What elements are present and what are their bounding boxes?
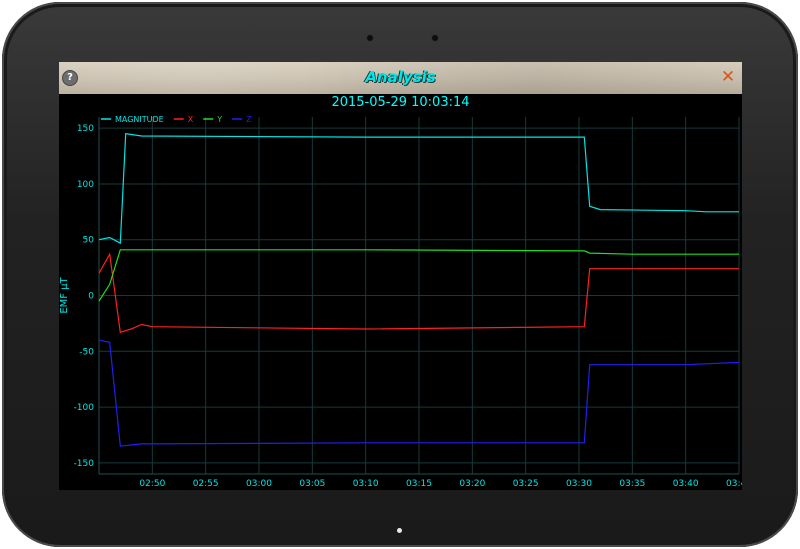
home-button[interactable] <box>397 528 402 533</box>
x-tick-label: 03:25 <box>513 479 539 489</box>
front-camera <box>367 35 373 41</box>
x-tick-label: 02:55 <box>193 479 219 489</box>
legend-label-y: Y <box>216 115 222 124</box>
x-tick-label: 03:05 <box>299 479 325 489</box>
x-tick-label: 03:20 <box>459 479 485 489</box>
y-tick-label: -50 <box>79 347 94 357</box>
y-tick-label: 0 <box>88 292 94 302</box>
legend-label-magnitude: MAGNITUDE <box>115 115 164 124</box>
y-tick-label: -100 <box>74 403 95 413</box>
y-tick-label: 50 <box>83 236 95 246</box>
emf-line-chart: 02:50 02:55 03:00 03:05 03:10 03:15 03:20 03:25… <box>59 115 742 489</box>
x-tick-label: 03:40 <box>673 479 699 489</box>
x-tick-label: 02:50 <box>139 479 165 489</box>
y-axis-label: EMF µT <box>59 276 70 313</box>
y-tick-label: 150 <box>77 124 94 134</box>
front-sensor <box>432 35 438 41</box>
x-tick-label: 03:35 <box>619 479 645 489</box>
legend-label-z: Z <box>246 115 252 124</box>
x-tick-label: 03:00 <box>246 479 272 489</box>
x-tick-label: 03:30 <box>566 479 592 489</box>
x-tick-label: 03:10 <box>353 479 379 489</box>
x-tick-label: 03:45 <box>726 479 742 489</box>
analysis-window: ? Analysis ✕ 2015-05-29 10:03:14 02:50 02… <box>59 62 742 490</box>
x-tick-label: 03:15 <box>406 479 432 489</box>
y-tick-label: -150 <box>74 459 95 469</box>
legend-label-x: X <box>188 115 194 124</box>
y-tick-label: 100 <box>77 180 94 190</box>
